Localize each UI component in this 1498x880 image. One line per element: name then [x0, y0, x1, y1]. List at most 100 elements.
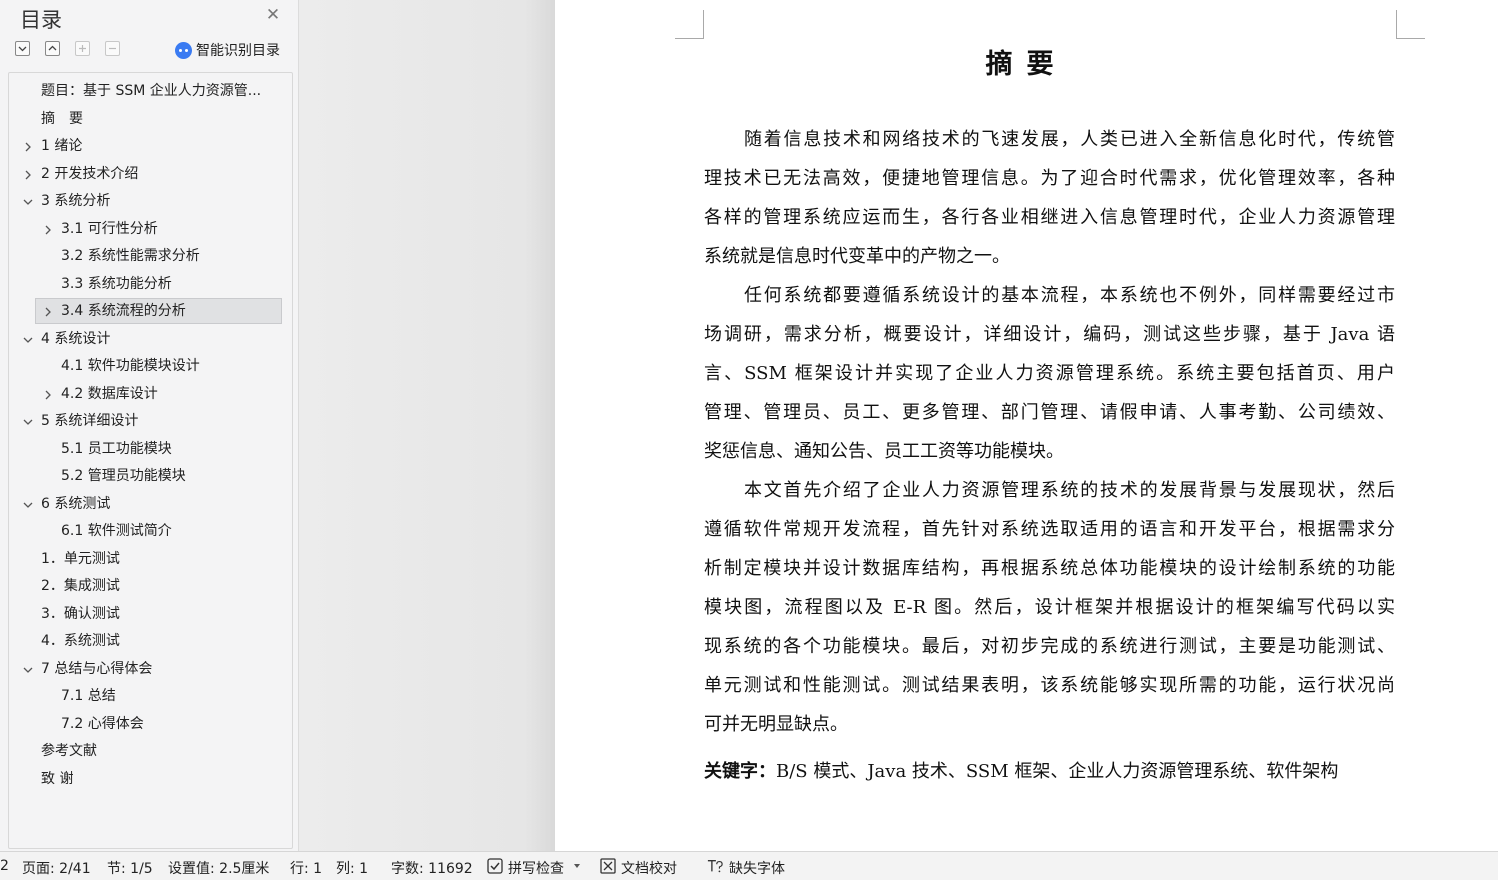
toc-item-label: 题目：基于 SSM 企业人力资源管... [41, 83, 262, 99]
toc-item-label: 1 绪论 [41, 138, 83, 154]
toc-item-label: 致 谢 [41, 770, 74, 787]
toc-item-label: 6 系统测试 [41, 495, 111, 512]
toc-item[interactable]: 3．确认测试 [9, 601, 292, 628]
spellcheck-button[interactable]: 拼写检查 [508, 858, 564, 878]
remove-heading-icon[interactable] [105, 41, 120, 56]
toc-item[interactable]: 6.1 软件测试简介 [9, 518, 292, 545]
body-text-line: 管理、管理员、员工、更多管理、部门管理、请假申请、人事考勤、公司绩效、 [704, 402, 1395, 423]
abstract-title: 摘要 [985, 49, 1068, 80]
toc-item[interactable]: 2．集成测试 [9, 573, 292, 600]
body-text-line: 析制定模块并设计数据库结构，再根据系统总体功能模块的设计绘制系统的功能 [704, 558, 1395, 579]
body-text-line: 任何系统都要遵循系统设计的基本流程，本系统也不例外，同样需要经过市 [744, 285, 1395, 306]
keywords-label: 关键字： [704, 761, 776, 782]
proofread-button[interactable]: 文档校对 [621, 858, 677, 878]
add-heading-icon[interactable] [75, 41, 90, 56]
toc-item-label: 4.2 数据库设计 [61, 385, 158, 402]
toc-item[interactable]: 3.3 系统功能分析 [9, 271, 292, 298]
keywords-value: B/S 模式、Java 技术、SSM 框架、企业人力资源管理系统、软件架构 [776, 761, 1339, 782]
row-indicator: 行: 1 [290, 861, 323, 877]
body-text-line: 模块图，流程图以及 E-R 图。然后，设计框架并根据设计的框架编写代码以实 [704, 597, 1395, 618]
body-text-line: 系统就是信息时代变革中的产物之一。 [704, 246, 1010, 267]
toc-item-label: 4 系统设计 [41, 330, 111, 347]
chevron-right-icon[interactable] [43, 307, 53, 317]
toc-item-label: 3．确认测试 [41, 605, 120, 622]
chevron-down-icon[interactable] [23, 500, 33, 510]
toc-item[interactable]: 4.1 软件功能模块设计 [9, 353, 292, 380]
missing-font-icon[interactable] [707, 858, 723, 874]
toc-item-label: 参考文献 [41, 743, 97, 759]
toc-item[interactable]: 1．单元测试 [9, 546, 292, 573]
outline-title: 目录 [20, 8, 62, 32]
toc-item-label: 5.2 管理员功能模块 [61, 468, 186, 484]
toc-item-label: 4．系统测试 [41, 633, 120, 649]
toc-item-label: 5.1 员工功能模块 [61, 440, 172, 457]
spellcheck-icon[interactable] [487, 858, 503, 874]
toc-item-label: 5 系统详细设计 [41, 413, 139, 429]
status-fragment: 2 [0, 858, 9, 874]
body-text-line: 言、SSM 框架设计并实现了企业人力资源管理系统。系统主要包括首页、用户 [704, 363, 1395, 384]
collapse-all-icon[interactable] [45, 41, 60, 56]
toc-item[interactable]: 4 系统设计 [9, 326, 292, 353]
toc-item-label: 1．单元测试 [41, 550, 120, 567]
body-text-line: 本文首先介绍了企业人力资源管理系统的技术的发展背景与发展现状，然后 [744, 480, 1395, 501]
outline-panel: 目录 ✕ 智能识别目录 题目：基于 SSM 企业人力资源管... 摘 要 1 绪论 2… [0, 0, 299, 851]
chevron-right-icon[interactable] [43, 390, 53, 400]
expand-all-icon[interactable] [15, 41, 30, 56]
toc-item-label: 3.1 可行性分析 [61, 220, 158, 237]
word-count[interactable]: 字数: 11692 [391, 858, 473, 878]
toc-item[interactable]: 题目：基于 SSM 企业人力资源管... [9, 78, 292, 105]
toc-item[interactable]: 5.2 管理员功能模块 [9, 463, 292, 490]
column-indicator: 列: 1 [336, 861, 369, 877]
smart-toc-button[interactable]: 智能识别目录 [175, 40, 280, 60]
page-indicator[interactable]: 页面: 2/41 [22, 858, 91, 878]
missing-font-button[interactable]: 缺失字体 [729, 858, 785, 878]
proofread-icon[interactable] [600, 858, 616, 874]
toc-item[interactable]: 致 谢 [9, 766, 292, 793]
chevron-down-icon[interactable] [23, 197, 33, 207]
toc-item-label: 摘 要 [41, 110, 83, 127]
chevron-down-icon[interactable] [23, 417, 33, 427]
body-text-line: 随着信息技术和网络技术的飞速发展，人类已进入全新信息化时代，传统管 [744, 129, 1395, 150]
toc-item-label: 2 开发技术介绍 [41, 165, 139, 182]
body-text-line: 理技术已无法高效，便捷地管理信息。为了迎合时代需求，优化管理效率，各种 [704, 168, 1395, 189]
chevron-right-icon[interactable] [23, 170, 33, 180]
toc-item[interactable]: 7 总结与心得体会 [9, 656, 292, 683]
section-indicator[interactable]: 节: 1/5 [107, 858, 153, 878]
toc-item[interactable]: 摘 要 [9, 106, 292, 133]
toc-item-label: 2．集成测试 [41, 578, 120, 594]
toc-item[interactable]: 7.1 总结 [9, 683, 292, 710]
toc-item-label: 3.3 系统功能分析 [61, 275, 172, 292]
toc-item-label: 7 总结与心得体会 [41, 660, 153, 677]
toc-item[interactable]: 3.4 系统流程的分析 [9, 298, 292, 325]
toc-item-label: 4.1 软件功能模块设计 [61, 358, 200, 374]
ai-assistant-icon [175, 41, 192, 59]
smart-toc-label: 智能识别目录 [196, 43, 280, 59]
toc-item[interactable]: 4.2 数据库设计 [9, 381, 292, 408]
body-text-line: 各样的管理系统应运而生，各行各业相继进入信息管理时代，企业人力资源管理 [704, 207, 1395, 228]
body-text-line: 单元测试和性能测试。测试结果表明，该系统能够实现所需的功能，运行状况尚 [704, 675, 1395, 696]
toc-item[interactable]: 7.2 心得体会 [9, 711, 292, 738]
toc-item[interactable]: 参考文献 [9, 738, 292, 765]
toc-item[interactable]: 3.2 系统性能需求分析 [9, 243, 292, 270]
toc-item[interactable]: 2 开发技术介绍 [9, 161, 292, 188]
toc-item[interactable]: 3 系统分析 [9, 188, 292, 215]
chevron-down-icon[interactable] [23, 665, 33, 675]
toc-item[interactable]: 5.1 员工功能模块 [9, 436, 292, 463]
toc-item-label: 3.2 系统性能需求分析 [61, 248, 200, 264]
toc-item[interactable]: 3.1 可行性分析 [9, 216, 292, 243]
toc-item[interactable]: 4．系统测试 [9, 628, 292, 655]
spellcheck-dropdown-icon[interactable] [573, 862, 581, 870]
toc-item-label: 6.1 软件测试简介 [61, 523, 172, 539]
keywords-line: 关键字：B/S 模式、Java 技术、SSM 框架、企业人力资源管理系统、软件架… [704, 757, 1338, 783]
canvas-margin [299, 0, 555, 851]
close-icon[interactable]: ✕ [264, 6, 282, 24]
toc-item[interactable]: 1 绪论 [9, 133, 292, 160]
toc-item[interactable]: 5 系统详细设计 [9, 408, 292, 435]
setting-indicator[interactable]: 设置值: 2.5厘米 [168, 858, 269, 878]
chevron-down-icon[interactable] [23, 335, 33, 345]
chevron-right-icon[interactable] [23, 142, 33, 152]
chevron-right-icon[interactable] [43, 225, 53, 235]
status-bar: 2 页面: 2/41 节: 1/5 设置值: 2.5厘米 行: 1 列: 1 字… [0, 851, 1498, 880]
document-page[interactable]: 摘要 关键字：B/S 模式、Java 技术、SSM 框架、企业人力资源管理系统、… [555, 0, 1498, 851]
toc-item[interactable]: 6 系统测试 [9, 491, 292, 518]
